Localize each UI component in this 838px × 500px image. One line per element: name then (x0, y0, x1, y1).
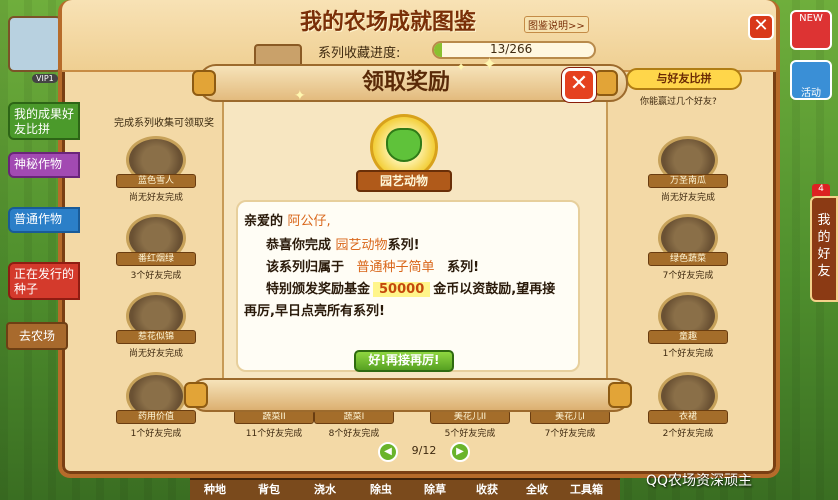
news-button[interactable]: NEW (790, 10, 832, 50)
badge-item[interactable]: 衣裙 2个好友完成 (648, 372, 728, 442)
bottom-toolbar: 种地 背包 浇水 除虫 除草 收获 全收 工具箱 (190, 478, 620, 500)
badge-status: 5个好友完成 (444, 429, 496, 439)
line2-prefix: 该系列归属于 (266, 260, 345, 275)
tool-toolbox[interactable]: 工具箱 (570, 481, 603, 497)
beat-friends-text: 你能赢过几个好友? (640, 97, 717, 107)
badge-item[interactable]: 童趣 1个好友完成 (648, 292, 728, 362)
greeting: 亲爱的 (244, 214, 284, 229)
tab-onsale-seeds[interactable]: 正在发行的种子 (8, 262, 80, 300)
badge-status: 尚无好友完成 (128, 349, 183, 359)
compare-friends-button[interactable]: 与好友比拼 (626, 68, 742, 90)
badge-status: 尚无好友完成 (660, 193, 715, 203)
badge-name: 万圣南瓜 (648, 174, 728, 188)
scroll-knob (608, 382, 632, 408)
line2-suffix: 系列! (447, 260, 480, 275)
message-line-4: 再厉,早日点亮所有系列! (244, 304, 385, 319)
progress-fill (434, 43, 442, 57)
badge-item[interactable]: 绿色蔬菜 7个好友完成 (648, 214, 728, 284)
badge-item[interactable]: 番红烟绿 3个好友完成 (116, 214, 196, 284)
message-line-3: 特别颁发奖励基金 50000 金币以资鼓励,望再接 (266, 278, 555, 297)
ok-button[interactable]: 好!再接再厉! (354, 350, 454, 372)
message-box: 亲爱的 阿公仔, 恭喜你完成 园艺动物系列! 该系列归属于 普通种子简单 系列!… (236, 200, 580, 372)
tool-plant[interactable]: 种地 (204, 481, 226, 497)
category-name: 普通种子简单 (356, 260, 435, 275)
line3-prefix: 特别颁发奖励基金 (266, 282, 371, 297)
topiary-icon (386, 128, 422, 162)
badge-name: 美花儿II (430, 410, 510, 424)
tab-normal-crops[interactable]: 普通作物 (8, 207, 80, 233)
badge-status: 1个好友完成 (662, 349, 714, 359)
badge-name: 惹花似锦 (116, 330, 196, 344)
user-name: 阿公仔, (287, 214, 331, 229)
badge-name: 蔬菜II (234, 410, 314, 424)
badge-item[interactable]: 惹花似锦尚无好友完成 (116, 292, 196, 362)
scroll-bottom-roll (190, 378, 630, 412)
page-number: 9/12 (411, 444, 437, 457)
panel-close-button[interactable]: ✕ (748, 14, 774, 40)
badge-status: 7个好友完成 (662, 271, 714, 281)
coin-amount: 50000 (373, 282, 431, 297)
tool-water[interactable]: 浇水 (314, 481, 336, 497)
vip-badge: VIP1 (32, 74, 58, 83)
badge-status: 7个好友完成 (544, 429, 596, 439)
line1-prefix: 恭喜你完成 (266, 238, 332, 253)
award-badge: 园艺动物 (356, 114, 452, 198)
activity-button[interactable]: 活动 (790, 60, 832, 100)
badge-name: 药用价值 (116, 410, 196, 424)
badge-item[interactable]: 万圣南瓜尚无好友完成 (648, 136, 728, 206)
badge-status: 尚无好友完成 (128, 193, 183, 203)
sparkle-icon: ✦ (482, 54, 498, 75)
page-title: 我的农场成就图鉴 (300, 10, 477, 35)
award-name: 园艺动物 (356, 170, 452, 192)
guide-link[interactable]: 图鉴说明>> (524, 16, 589, 33)
sparkle-icon: ✦ (294, 88, 306, 104)
tool-harvest-all[interactable]: 全收 (526, 481, 548, 497)
badge-item[interactable]: 药用价值 1个好友完成 (116, 372, 196, 442)
tab-compare[interactable]: 我的成果好友比拼 (8, 102, 80, 140)
watermark: QQ农场资深顽主 (646, 473, 753, 489)
badge-name: 番红烟绿 (116, 252, 196, 266)
dialog-title: 领取奖励 (361, 70, 450, 95)
badge-status: 8个好友完成 (328, 429, 380, 439)
avatar[interactable] (8, 16, 62, 72)
tool-harvest[interactable]: 收获 (476, 481, 498, 497)
scroll-knob (594, 70, 618, 96)
line3-suffix: 金币以资鼓励,望再接 (433, 282, 556, 297)
badge-status: 3个好友完成 (130, 271, 182, 281)
collect-hint: 完成系列收集可领取奖 (114, 118, 214, 129)
tab-mystery-crops[interactable]: 神秘作物 (8, 152, 80, 178)
badge-name: 绿色蔬菜 (648, 252, 728, 266)
tool-pest[interactable]: 除虫 (370, 481, 392, 497)
message-line-1: 恭喜你完成 园艺动物系列! (266, 234, 420, 253)
badge-status: 11个好友完成 (245, 429, 303, 439)
badge-status: 2个好友完成 (662, 429, 714, 439)
badge-name: 蓝色雪人 (116, 174, 196, 188)
scroll-knob (184, 382, 208, 408)
pager: ◀ 9/12 ▶ (378, 442, 470, 462)
tool-backpack[interactable]: 背包 (258, 481, 280, 497)
dialog-close-button[interactable]: ✕ (562, 68, 596, 102)
badge-name: 蔬菜I (314, 410, 394, 424)
my-friends-tab[interactable]: 我的好友 (810, 196, 838, 302)
sparkle-icon: ✦ (456, 60, 467, 74)
next-page-button[interactable]: ▶ (450, 442, 470, 462)
prev-page-button[interactable]: ◀ (378, 442, 398, 462)
greeting-line: 亲爱的 阿公仔, (244, 210, 331, 229)
message-line-2: 该系列归属于 普通种子简单 系列! (266, 256, 479, 275)
series-name: 园艺动物 (335, 238, 388, 253)
badge-name: 衣裙 (648, 410, 728, 424)
badge-status: 1个好友完成 (130, 429, 182, 439)
badge-name: 美花儿I (530, 410, 610, 424)
progress-label: 系列收藏进度: (318, 46, 401, 61)
line1-suffix: 系列! (387, 238, 420, 253)
badge-name: 童趣 (648, 330, 728, 344)
go-farm-button[interactable]: 去农场 (6, 322, 68, 350)
tool-weed[interactable]: 除草 (424, 481, 446, 497)
scroll-knob (192, 70, 216, 96)
badge-item[interactable]: 蓝色雪人尚无好友完成 (116, 136, 196, 206)
